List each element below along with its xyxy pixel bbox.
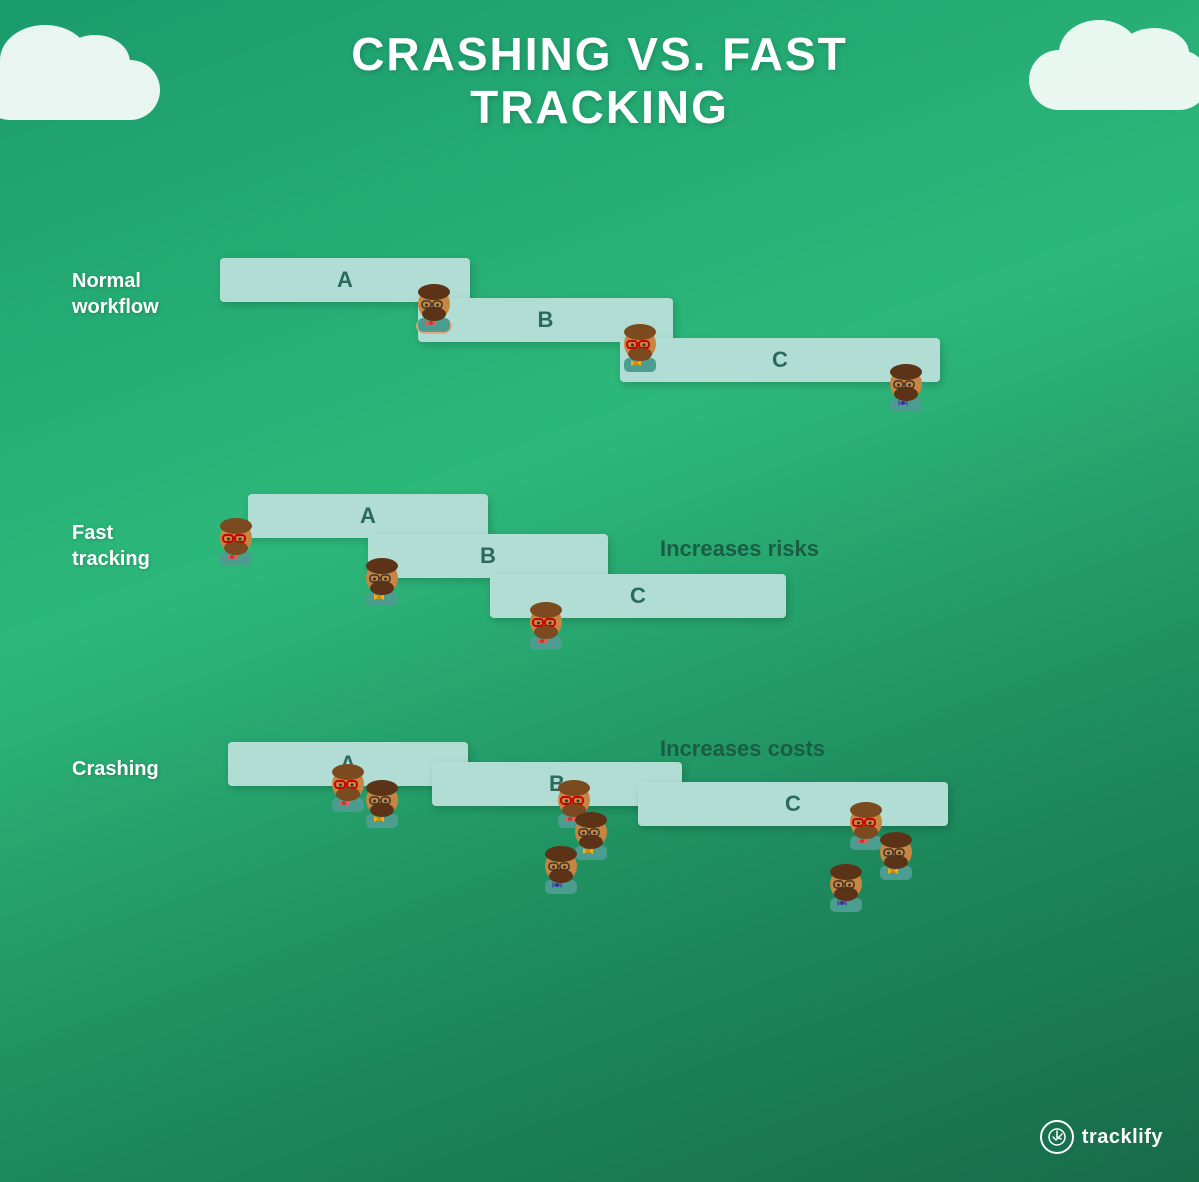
avatar-crash-c3 <box>820 852 872 914</box>
avatar-fast-c <box>520 590 572 652</box>
avatar-crash-c2 <box>870 820 922 882</box>
avatar-fast-b <box>356 546 408 608</box>
avatar-fast-a-start <box>210 506 262 568</box>
crashing-annotation: Increases costs <box>660 736 825 762</box>
avatar-crash-a2 <box>356 768 408 830</box>
avatar-normal-c <box>880 352 932 414</box>
avatar-normal-a <box>408 272 460 334</box>
tracklify-icon <box>1040 1120 1074 1154</box>
tracklify-logo: tracklify <box>1040 1120 1163 1154</box>
avatar-crash-b3 <box>535 834 587 896</box>
page-title: CRASHING VS. FAST TRACKING <box>0 28 1199 134</box>
tracklify-text: tracklify <box>1082 1126 1163 1149</box>
crashing-label: Crashing <box>72 756 159 782</box>
fast-tracking-label: Fasttracking <box>72 520 150 572</box>
app-container: CRASHING VS. FAST TRACKING Normalworkflo… <box>0 0 1199 1182</box>
fast-annotation: Increases risks <box>660 536 819 562</box>
normal-workflow-label: Normalworkflow <box>72 268 159 320</box>
fast-bar-a: A <box>248 494 488 538</box>
avatar-normal-b <box>614 312 666 374</box>
